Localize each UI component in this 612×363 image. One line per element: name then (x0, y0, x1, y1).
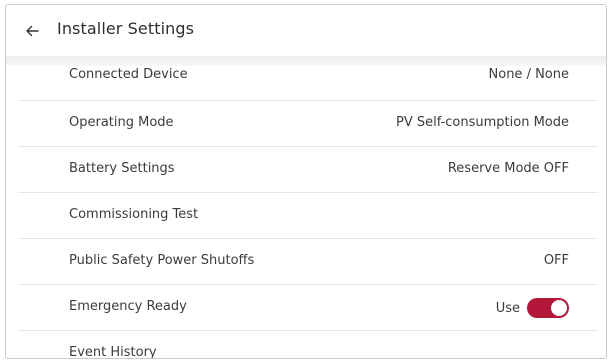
arrow-left-icon[interactable] (24, 23, 40, 39)
setting-label: Public Safety Power Shutoffs (69, 253, 255, 268)
setting-row-event-history[interactable]: Event History (18, 331, 598, 359)
setting-value: OFF (543, 253, 569, 268)
emergency-ready-control: Use (496, 298, 569, 318)
setting-row-public-safety-power-shutoffs[interactable]: Public Safety Power Shutoffs OFF (18, 239, 598, 285)
setting-label: Event History (69, 345, 157, 359)
emergency-ready-toggle[interactable] (527, 298, 569, 318)
setting-label: Emergency Ready (69, 299, 187, 314)
setting-value: PV Self-consumption Mode (395, 115, 569, 130)
setting-row-battery-settings[interactable]: Battery Settings Reserve Mode OFF (18, 147, 598, 193)
setting-label: Commissioning Test (69, 207, 199, 222)
setting-value: None / None (488, 67, 569, 82)
toggle-knob (551, 300, 567, 316)
setting-row-commissioning-test[interactable]: Commissioning Test (18, 193, 598, 239)
setting-row-connected-device[interactable]: Connected Device None / None (18, 56, 598, 101)
setting-row-operating-mode[interactable]: Operating Mode PV Self-consumption Mode (18, 101, 598, 147)
setting-row-emergency-ready: Emergency Ready Use (18, 285, 598, 331)
setting-label: Battery Settings (69, 161, 175, 176)
toggle-label: Use (495, 300, 520, 316)
settings-panel: Installer Settings Connected Device None… (5, 4, 607, 359)
header-bar: Installer Settings (6, 5, 606, 56)
page-title: Installer Settings (57, 19, 195, 38)
setting-label: Operating Mode (69, 115, 174, 130)
setting-label: Connected Device (69, 67, 188, 82)
setting-value: Reserve Mode OFF (447, 161, 569, 176)
settings-list: Connected Device None / None Operating M… (18, 56, 598, 359)
